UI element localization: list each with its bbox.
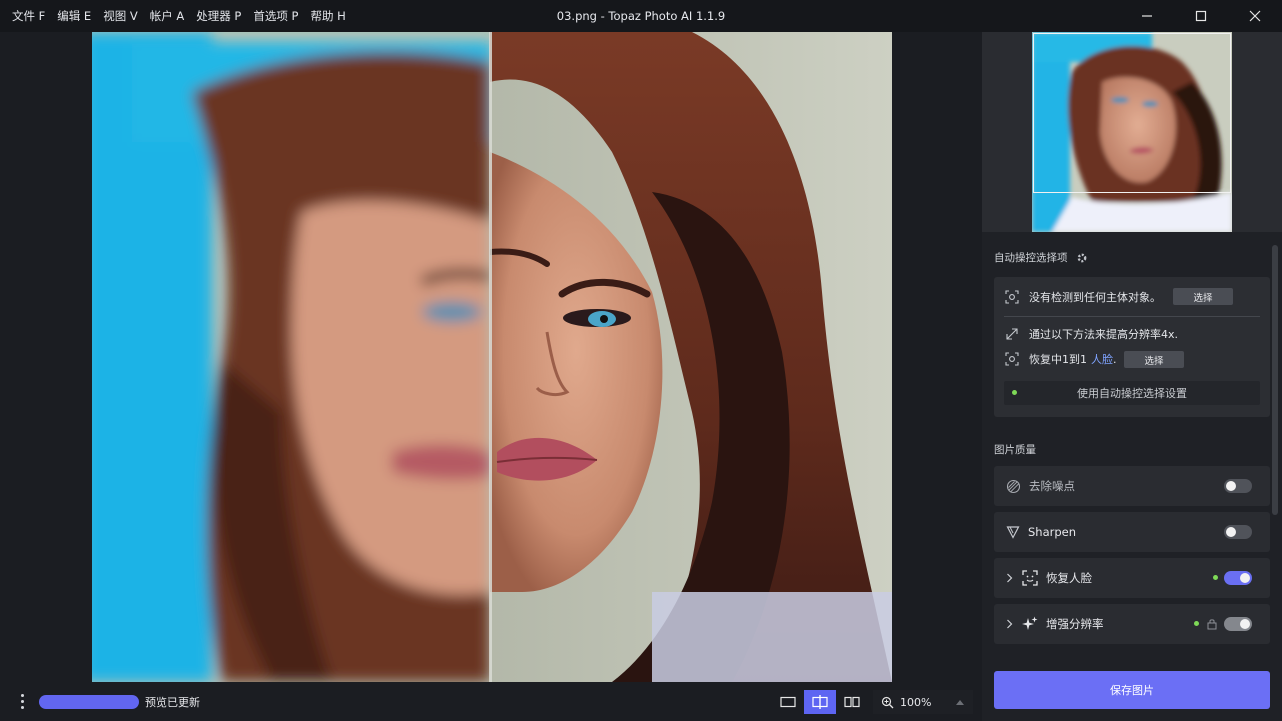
chevron-right-icon[interactable] [1002, 619, 1016, 629]
recover-face-toggle[interactable] [1224, 571, 1252, 585]
denoise-row[interactable]: 去除噪点 [994, 466, 1270, 506]
save-image-button[interactable]: 保存图片 [994, 671, 1270, 709]
sharpen-toggle[interactable] [1224, 525, 1252, 539]
face-link[interactable]: 人脸 [1091, 351, 1113, 367]
close-icon [1249, 10, 1261, 22]
zoom-control[interactable]: 100% [873, 690, 973, 714]
recover-face-label: 恢复人脸 [1046, 571, 1092, 585]
more-icon-dot [20, 700, 24, 703]
select-face-button[interactable]: 选择 [1124, 351, 1184, 368]
menu-bar: 文件 F 编辑 E 视图 V 帐户 A 处理器 P 首选项 P 帮助 H [0, 0, 352, 32]
upscale-arrow-icon [1004, 326, 1020, 342]
single-view-icon [780, 696, 796, 708]
split-view-button[interactable] [804, 690, 836, 714]
no-subject-text: 没有检测到任何主体对象。 [1029, 291, 1161, 304]
menu-processor[interactable]: 处理器 P [190, 0, 247, 32]
minimize-icon [1142, 15, 1152, 17]
more-options-button[interactable] [10, 690, 34, 714]
toggle-knob [1226, 481, 1236, 491]
title-bar: 文件 F 编辑 E 视图 V 帐户 A 处理器 P 首选项 P 帮助 H 03.… [0, 0, 1282, 32]
menu-preferences[interactable]: 首选项 P [247, 0, 304, 32]
menu-edit[interactable]: 编辑 E [51, 0, 97, 32]
sharpen-label: Sharpen [1028, 525, 1077, 539]
right-panel: 自动操控选择项 没有检测到任何主体对象。 选择 通过以下方法来提高分辨率4x. … [982, 32, 1282, 721]
status-dot [1012, 390, 1017, 395]
gear-icon[interactable] [1076, 252, 1088, 264]
subject-row: 没有检测到任何主体对象。 [1004, 289, 1161, 305]
split-preview-image[interactable] [92, 32, 892, 682]
status-dot [1194, 621, 1199, 626]
face-recovery-icon [1022, 570, 1038, 586]
toggle-knob [1226, 527, 1236, 537]
menu-view[interactable]: 视图 V [97, 0, 144, 32]
lock-icon [1207, 619, 1217, 630]
use-autopilot-settings-button[interactable]: 使用自动操控选择设置 [1004, 381, 1260, 405]
sharpen-row[interactable]: Sharpen [994, 512, 1270, 552]
single-view-button[interactable] [772, 690, 804, 714]
denoise-icon [1006, 479, 1021, 493]
status-dot [1213, 575, 1218, 580]
upscale-text: 通过以下方法来提高分辨率4x. [1029, 328, 1179, 341]
subject-detect-icon [1004, 289, 1020, 305]
close-button[interactable] [1228, 0, 1282, 32]
split-view-icon [812, 695, 828, 709]
maximize-button[interactable] [1174, 0, 1228, 32]
side-by-side-view-button[interactable] [836, 690, 868, 714]
zoom-level: 100% [900, 695, 932, 709]
upscale-row-quality[interactable]: 增强分辨率 [994, 604, 1270, 644]
menu-help[interactable]: 帮助 H [304, 0, 351, 32]
autopilot-heading: 自动操控选择项 [994, 252, 1068, 264]
sparkle-icon [1022, 616, 1038, 630]
menu-account[interactable]: 帐户 A [144, 0, 191, 32]
chevron-right-icon[interactable] [1002, 573, 1016, 583]
toggle-knob [1240, 573, 1250, 583]
maximize-icon [1195, 10, 1207, 22]
quality-heading: 图片质量 [994, 444, 1036, 456]
zoom-dropdown-icon[interactable] [955, 699, 965, 706]
side-by-side-icon [844, 696, 860, 708]
bottom-toolbar: 预览已更新 100% [0, 682, 982, 721]
more-icon-dot [20, 694, 24, 697]
portrait-photo [92, 32, 892, 682]
preview-status-text: 预览已更新 [145, 695, 200, 709]
toggle-knob [1240, 619, 1250, 629]
denoise-toggle[interactable] [1224, 479, 1252, 493]
face-text-suffix: . [1113, 352, 1117, 366]
upscale-toggle[interactable] [1224, 617, 1252, 631]
face-row: 恢复中1到1 人脸 . [1004, 351, 1117, 367]
view-mode-switcher [772, 690, 868, 714]
menu-file[interactable]: 文件 F [6, 0, 51, 32]
upscale-row: 通过以下方法来提高分辨率4x. [1004, 326, 1178, 342]
denoise-label: 去除噪点 [1029, 479, 1075, 493]
face-text: 恢复中1到1 [1029, 353, 1087, 366]
autopilot-divider [1004, 316, 1260, 317]
preview-canvas [0, 32, 982, 682]
face-detect-icon [1004, 351, 1020, 367]
minimize-button[interactable] [1120, 0, 1174, 32]
panel-scrollbar[interactable] [1272, 245, 1278, 515]
upscale-label: 增强分辨率 [1046, 617, 1104, 631]
zoom-in-icon [881, 696, 894, 708]
preview-progress-bar [39, 694, 139, 709]
select-subject-button[interactable]: 选择 [1173, 288, 1233, 305]
autopilot-heading-row: 自动操控选择项 [994, 250, 1088, 265]
split-divider-handle[interactable] [489, 32, 492, 682]
autopilot-card: 没有检测到任何主体对象。 选择 通过以下方法来提高分辨率4x. 恢复中1到1 人… [994, 277, 1270, 417]
sharpen-icon [1006, 526, 1020, 539]
use-autopilot-label: 使用自动操控选择设置 [1077, 387, 1187, 400]
more-icon-dot [20, 706, 24, 709]
window-controls [1120, 0, 1282, 32]
navigator-panel [982, 32, 1282, 232]
recover-face-row[interactable]: 恢复人脸 [994, 558, 1270, 598]
navigator-viewport-frame[interactable] [1033, 33, 1231, 193]
